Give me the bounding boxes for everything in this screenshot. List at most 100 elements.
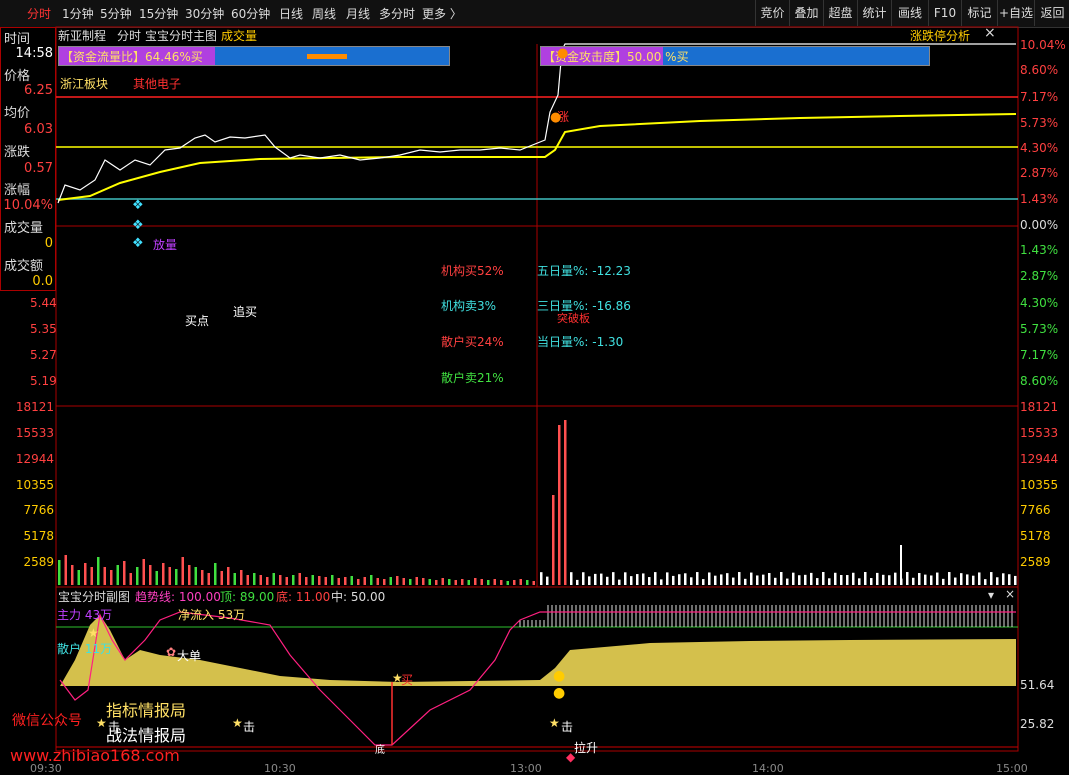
- left-axis-price: 5.35: [30, 322, 57, 336]
- star-icon: ★: [549, 716, 560, 730]
- volume-bar: [774, 577, 777, 585]
- change-value: 0.57: [24, 161, 53, 176]
- time-tick: 14:00: [752, 762, 784, 775]
- volume-bar: [435, 580, 438, 585]
- flame-icon: ●: [557, 46, 569, 61]
- volume-bar: [798, 575, 801, 585]
- watermark-line1: 指标情报局: [106, 701, 187, 720]
- close-icon[interactable]: ×: [984, 25, 996, 41]
- volume-bar: [924, 574, 927, 585]
- volume-indicator-label[interactable]: 成交量: [221, 27, 257, 44]
- volume-bar: [513, 580, 516, 585]
- volume-bar: [396, 576, 399, 585]
- time-tick: 15:00: [996, 762, 1028, 775]
- volume-bar: [768, 573, 771, 585]
- volume-bar: [570, 572, 573, 585]
- coin-icon: ●: [553, 668, 566, 684]
- main-chart-name[interactable]: 宝宝分时主图: [145, 27, 217, 44]
- avg-value: 6.03: [24, 122, 53, 137]
- chevron-down-icon[interactable]: ▾: [988, 588, 994, 602]
- volume-bar: [409, 579, 412, 585]
- volume-bar: [810, 572, 813, 585]
- net-inflow-area: [60, 615, 1016, 686]
- volume-bar: [696, 572, 699, 585]
- mid-label: 中: 50.00: [331, 590, 386, 604]
- close-icon[interactable]: ×: [1005, 587, 1015, 601]
- volume-axis-label: 18121: [15, 400, 54, 414]
- volume-bar: [480, 579, 483, 585]
- volume-bar: [816, 578, 819, 585]
- star-icon: ★: [88, 626, 99, 640]
- volume-bar: [136, 567, 139, 585]
- inst-sell-stat: 机构卖3%: [441, 299, 497, 313]
- volume-bar: [58, 560, 61, 585]
- volume-bar: [930, 575, 933, 585]
- volume-bar: [600, 573, 603, 585]
- fund-flow-bar: 【资金流量比】64.46%买: [58, 46, 450, 66]
- stock-name[interactable]: 新亚制程: [58, 27, 106, 44]
- volume-bar: [246, 575, 249, 585]
- main-force-label: 主力 43万: [57, 608, 113, 622]
- right-axis-label: 5.73%: [1020, 322, 1059, 336]
- volume-axis-label: 7766: [1020, 503, 1051, 517]
- volume-bar: [207, 573, 210, 585]
- quote-info-panel: 时间 14:58 价格 6.25 均价 6.03 涨跌 0.57 涨幅 10.0…: [0, 27, 56, 291]
- volume-bar: [162, 563, 165, 585]
- volume-bar: [311, 575, 314, 585]
- sub-chart-title[interactable]: 宝宝分时副图: [58, 588, 130, 605]
- volume-bar: [738, 572, 741, 585]
- limit-analysis-link[interactable]: 涨跌停分析: [910, 27, 970, 44]
- time-value: 14:58: [15, 46, 53, 61]
- buy-signal-label: 买: [401, 673, 414, 687]
- butterfly-icon: ❖: [132, 198, 144, 213]
- volume-bar: [828, 578, 831, 585]
- volume-bar: [660, 579, 663, 585]
- volume-bar: [1008, 574, 1011, 585]
- chart-canvas: [55, 26, 1019, 752]
- volume-bar: [155, 571, 158, 585]
- volume-bar: [942, 578, 945, 585]
- volume-bar: [77, 570, 80, 585]
- lasheng-label: 拉升: [574, 741, 599, 755]
- volume-bar: [666, 572, 669, 585]
- volume-bar: [279, 575, 282, 585]
- volume-bar: [936, 572, 939, 585]
- volume-bar: [97, 557, 100, 585]
- right-axis-label: 10.04%: [1020, 38, 1066, 52]
- volume-bar: [918, 573, 921, 585]
- volume-bar: [984, 579, 987, 585]
- avg-label: 均价: [4, 106, 31, 121]
- time-tick: 13:00: [510, 762, 542, 775]
- volume-bar: [966, 574, 969, 585]
- volume-bar: [142, 559, 145, 585]
- amount-label: 成交额: [4, 259, 44, 274]
- volume-bar: [474, 578, 477, 585]
- volume-axis-label: 18121: [1020, 400, 1059, 414]
- volume-bar: [240, 570, 243, 585]
- diamond-icon: ◆: [566, 750, 576, 764]
- volume-bar: [305, 577, 308, 585]
- volume-bar: [612, 572, 615, 585]
- volume-bar: [732, 577, 735, 585]
- volume-bar: [500, 580, 503, 585]
- right-axis-label: 7.17%: [1020, 348, 1059, 362]
- volume-bar: [1014, 575, 1017, 585]
- volume-bar: [422, 578, 425, 585]
- volume-value: 0: [44, 236, 53, 251]
- change-label: 涨跌: [4, 145, 31, 160]
- time-tick: 09:30: [30, 762, 62, 775]
- retail-label: 散户 11万: [57, 642, 113, 656]
- big-order-label: 大单: [177, 649, 202, 663]
- volume-bar: [960, 573, 963, 585]
- star-icon: ★: [392, 671, 403, 685]
- volume-bar: [266, 577, 269, 585]
- volume-bar: [726, 573, 729, 585]
- volume-bar: [846, 575, 849, 585]
- sub-axis-value: 51.64: [1020, 678, 1055, 692]
- volume-bar: [175, 569, 178, 585]
- volume-axis-label: 10355: [1020, 478, 1059, 492]
- volume-bar: [194, 567, 197, 585]
- flame-icon: ●: [550, 110, 562, 125]
- volume-bar: [64, 555, 67, 585]
- hit-label: 击: [561, 720, 574, 734]
